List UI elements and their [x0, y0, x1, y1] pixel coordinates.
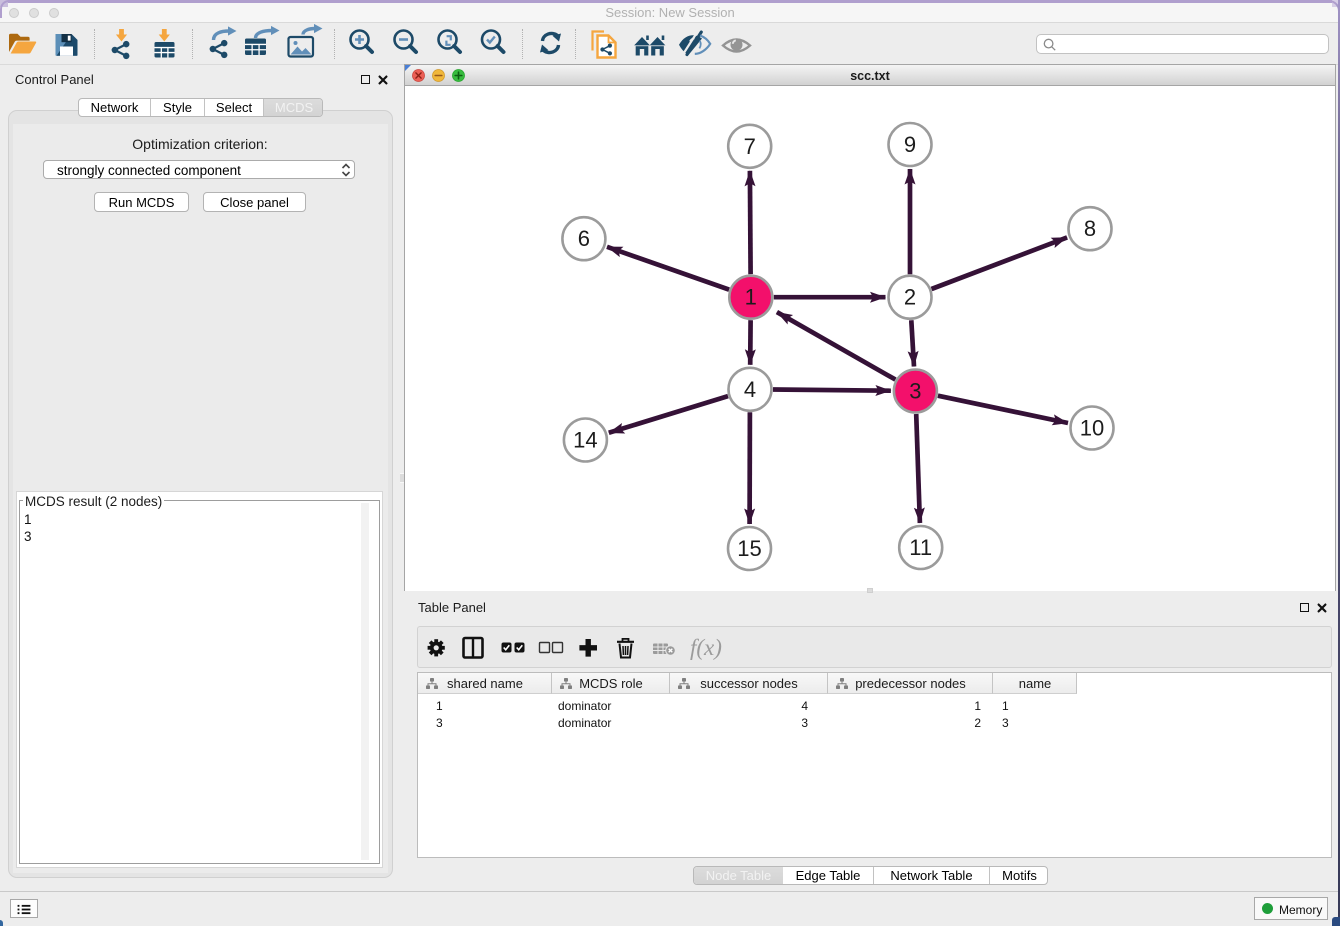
- svg-text:11: 11: [909, 535, 932, 560]
- svg-text:1: 1: [745, 285, 757, 310]
- svg-text:14: 14: [573, 428, 597, 453]
- svg-text:6: 6: [578, 226, 590, 251]
- svg-text:7: 7: [744, 134, 756, 159]
- svg-text:8: 8: [1084, 216, 1096, 241]
- svg-text:15: 15: [737, 536, 761, 561]
- svg-text:4: 4: [744, 377, 756, 402]
- svg-text:2: 2: [904, 285, 916, 310]
- svg-text:f(x): f(x): [690, 635, 722, 660]
- svg-text:9: 9: [904, 132, 916, 157]
- svg-text:10: 10: [1080, 416, 1104, 441]
- svg-text:3: 3: [909, 379, 921, 404]
